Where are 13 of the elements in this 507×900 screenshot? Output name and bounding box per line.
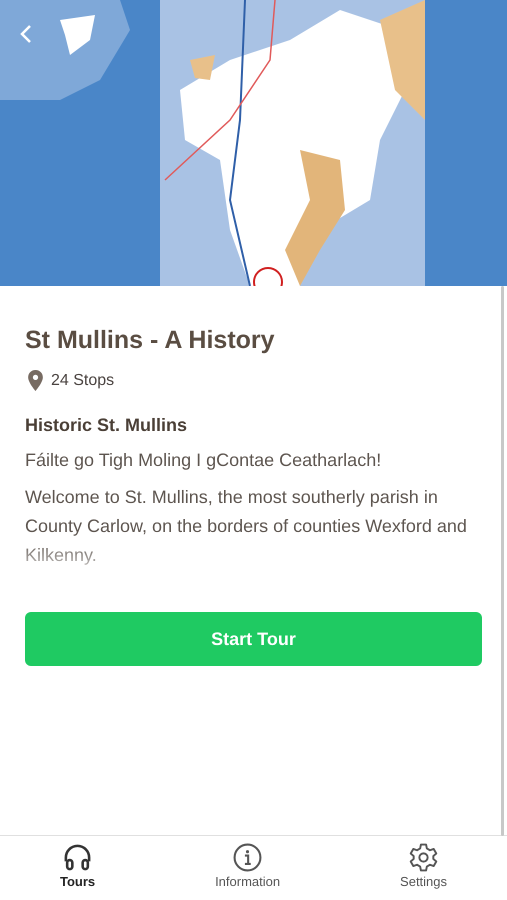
tab-bar-item[interactable]: Tours	[52, 840, 104, 900]
description-text: Welcome to St. Mullins, the most southerly parish in County Carlow, on the borders of counties Wexford and Kilkenny.	[25, 486, 468, 567]
location-pin-icon	[28, 370, 43, 391]
stops-count: 24 Stops	[51, 372, 114, 390]
info-icon	[232, 842, 264, 873]
description-text: Fáilte go Tigh Moling I gContae Ceatharlach!	[25, 449, 382, 472]
headphones-icon	[62, 842, 94, 873]
tab-bar-item[interactable]: Settings	[392, 840, 456, 900]
back-chevron-icon	[20, 24, 32, 44]
tour-title: St Mullins - A History	[25, 325, 276, 356]
tour-subtitle: Historic St. Mullins	[25, 415, 188, 436]
tab-bar-item[interactable]: Information	[207, 840, 288, 900]
settings-icon	[408, 842, 440, 873]
